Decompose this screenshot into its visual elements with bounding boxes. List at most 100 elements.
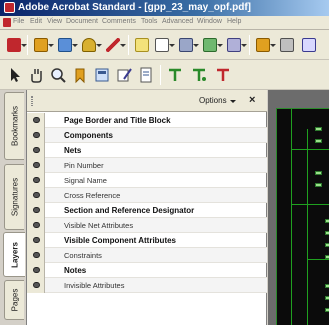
document-view[interactable] <box>268 90 329 325</box>
hand-tool-button[interactable] <box>26 65 46 85</box>
layer-label: Visible Net Attributes <box>64 221 134 230</box>
window-title: Adobe Acrobat Standard - [gpp_23_may_opf… <box>18 2 251 13</box>
visibility-toggle[interactable] <box>27 158 45 173</box>
envelope-icon <box>302 38 316 52</box>
print-button[interactable] <box>277 35 297 55</box>
visibility-toggle[interactable] <box>27 278 45 293</box>
layer-row[interactable]: Invisible Attributes <box>27 278 267 293</box>
visibility-toggle[interactable] <box>27 248 45 263</box>
chevron-down-icon <box>120 44 126 47</box>
options-menu-button[interactable]: Options <box>199 96 227 105</box>
page-view-button[interactable] <box>92 65 112 85</box>
menu-window[interactable]: Window <box>197 18 222 25</box>
menu-view[interactable]: View <box>47 18 62 25</box>
eye-icon <box>33 117 40 123</box>
tab-signatures[interactable]: Signatures <box>4 164 24 230</box>
visibility-toggle[interactable] <box>27 143 45 158</box>
menu-tools[interactable]: Tools <box>141 18 157 25</box>
chevron-down-icon <box>217 44 223 47</box>
visibility-toggle[interactable] <box>27 233 45 248</box>
layer-row[interactable]: Cross Reference <box>27 188 267 203</box>
document-icon[interactable] <box>3 18 11 27</box>
menu-advanced[interactable]: Advanced <box>162 18 193 25</box>
text-select-button[interactable] <box>165 65 185 85</box>
eye-icon <box>33 192 40 198</box>
chevron-down-icon[interactable] <box>230 100 236 103</box>
chevron-down-icon <box>48 44 54 47</box>
layers-panel: Options × Page Border and Title Block Com… <box>27 90 267 325</box>
layer-label: Components <box>64 131 113 140</box>
create-pdf-button[interactable] <box>4 35 27 55</box>
fit-page-button[interactable] <box>136 65 156 85</box>
paperclip-icon <box>227 38 241 52</box>
pen-tool-button[interactable] <box>114 65 134 85</box>
layer-row[interactable]: Nets <box>27 143 267 158</box>
visibility-toggle[interactable] <box>27 218 45 233</box>
layer-label: Notes <box>64 266 87 275</box>
visibility-toggle[interactable] <box>27 128 45 143</box>
layer-row[interactable]: Notes <box>27 263 267 278</box>
tab-pages[interactable]: Pages <box>4 280 24 320</box>
chevron-down-icon <box>169 44 175 47</box>
create-pdf-icon <box>7 38 21 52</box>
menu-edit[interactable]: Edit <box>30 18 42 25</box>
tab-layers-label: Layers <box>10 241 19 268</box>
visibility-toggle[interactable] <box>27 173 45 188</box>
menu-comments[interactable]: Comments <box>102 18 136 25</box>
visibility-toggle[interactable] <box>27 188 45 203</box>
export-icon <box>58 38 72 52</box>
layer-row[interactable]: Section and Reference Designator <box>27 203 267 218</box>
highlight-button[interactable] <box>200 35 223 55</box>
chevron-down-icon <box>241 44 247 47</box>
combine-files-button[interactable] <box>31 35 54 55</box>
secure-button[interactable] <box>79 35 102 55</box>
visibility-toggle[interactable] <box>27 113 45 128</box>
eye-icon <box>33 222 40 228</box>
chevron-down-icon <box>72 44 78 47</box>
acrobat-app-icon <box>4 2 15 13</box>
tab-layers[interactable]: Layers <box>3 232 25 277</box>
attach-button[interactable] <box>224 35 247 55</box>
layer-row[interactable]: Page Border and Title Block <box>27 113 267 128</box>
text-edit-button[interactable] <box>152 35 175 55</box>
snapshot-tool-button[interactable] <box>70 65 90 85</box>
review-button[interactable] <box>253 35 276 55</box>
layer-label: Pin Number <box>64 161 104 170</box>
text-tool-icon <box>155 38 169 52</box>
callout-button[interactable] <box>213 65 233 85</box>
layer-row[interactable]: Signal Name <box>27 173 267 188</box>
layer-row[interactable]: Visible Component Attributes <box>27 233 267 248</box>
toolbar-tools <box>0 60 329 90</box>
menu-file[interactable]: File <box>13 18 24 25</box>
sign-button[interactable] <box>103 35 126 55</box>
layer-row[interactable]: Pin Number <box>27 158 267 173</box>
zoom-tool-button[interactable] <box>48 65 68 85</box>
close-panel-button[interactable]: × <box>249 94 255 106</box>
eye-icon <box>33 147 40 153</box>
tab-bookmarks[interactable]: Bookmarks <box>4 92 24 160</box>
hand-icon <box>31 69 42 83</box>
typewriter-button[interactable] <box>189 65 209 85</box>
visibility-toggle[interactable] <box>27 263 45 278</box>
grip-handle-icon[interactable] <box>31 96 33 106</box>
eye-icon <box>33 177 40 183</box>
export-button[interactable] <box>55 35 78 55</box>
tab-signatures-label: Signatures <box>10 177 19 217</box>
layer-row[interactable]: Components <box>27 128 267 143</box>
fit-page-icon <box>140 67 152 83</box>
layer-row[interactable]: Constraints <box>27 248 267 263</box>
menu-document[interactable]: Document <box>66 18 98 25</box>
select-tool-button[interactable] <box>4 65 24 85</box>
navigation-tabs: Bookmarks Signatures Layers Pages <box>0 90 27 325</box>
layer-label: Constraints <box>64 251 102 260</box>
menu-help[interactable]: Help <box>227 18 241 25</box>
layer-row[interactable]: Visible Net Attributes <box>27 218 267 233</box>
visibility-toggle[interactable] <box>27 203 45 218</box>
chevron-down-icon <box>270 44 276 47</box>
layer-label: Signal Name <box>64 176 107 185</box>
layer-label: Cross Reference <box>64 191 121 200</box>
page-view-icon <box>95 68 109 82</box>
stamp-button[interactable] <box>176 35 199 55</box>
note-button[interactable] <box>132 35 152 55</box>
email-button[interactable] <box>299 35 319 55</box>
